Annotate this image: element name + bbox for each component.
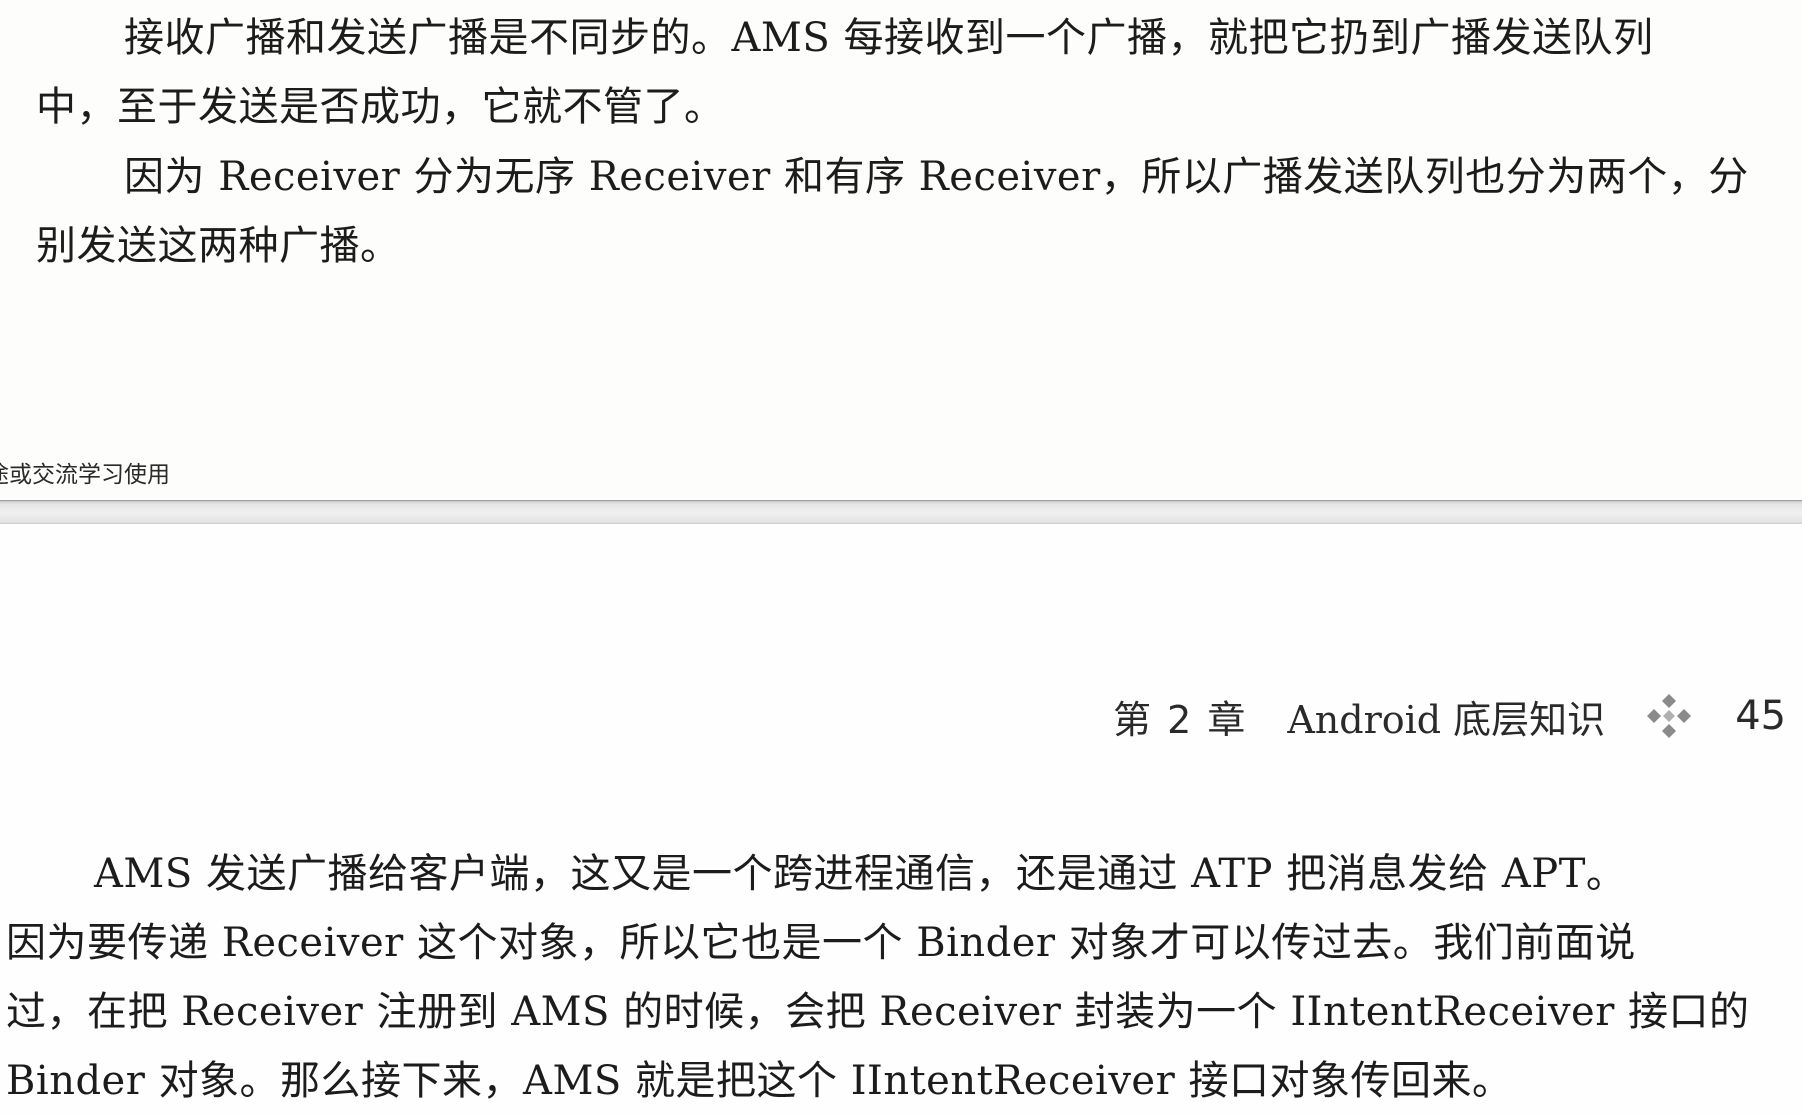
paragraph-line: 别发送这两种广播。 xyxy=(36,223,401,269)
paragraph-line: Binder 对象。那么接下来，AMS 就是把这个 IIntentReceive… xyxy=(6,1058,1513,1104)
diamond-ornament-icon xyxy=(1645,692,1693,740)
running-header: 第 2 章 Android 底层知识 45 xyxy=(1113,686,1786,746)
paragraph-line: 中，至于发送是否成功，它就不管了。 xyxy=(36,84,725,130)
page-number: 45 xyxy=(1735,693,1787,739)
page-separator xyxy=(0,500,1802,524)
paragraph-receiver-queues: 因为 Receiver 分为无序 Receiver 和有序 Receiver，所… xyxy=(36,143,1749,281)
paragraph-broadcast-async: 接收广播和发送广播是不同步的。AMS 每接收到一个广播，就把它扔到广播发送队列 … xyxy=(36,4,1653,142)
paragraph-line: 过，在把 Receiver 注册到 AMS 的时候，会把 Receiver 封装… xyxy=(6,989,1750,1035)
paragraph-line: 因为要传递 Receiver 这个对象，所以它也是一个 Binder 对象才可以… xyxy=(6,920,1636,966)
paragraph-line: AMS 发送广播给客户端，这又是一个跨进程通信，还是通过 ATP 把消息发给 A… xyxy=(94,851,1627,897)
chapter-title: Android 底层知识 xyxy=(1287,697,1606,742)
paragraph-ams-send-broadcast: AMS 发送广播给客户端，这又是一个跨进程通信，还是通过 ATP 把消息发给 A… xyxy=(6,840,1750,1116)
watermark-text: 途或交流学习使用 xyxy=(0,462,170,488)
paragraph-line: 因为 Receiver 分为无序 Receiver 和有序 Receiver，所… xyxy=(124,154,1749,200)
chapter-label: 第 2 章 xyxy=(1113,697,1248,742)
paragraph-line: 接收广播和发送广播是不同步的。AMS 每接收到一个广播，就把它扔到广播发送队列 xyxy=(124,15,1654,61)
top-page-fragment: 接收广播和发送广播是不同步的。AMS 每接收到一个广播，就把它扔到广播发送队列 … xyxy=(0,0,1802,500)
